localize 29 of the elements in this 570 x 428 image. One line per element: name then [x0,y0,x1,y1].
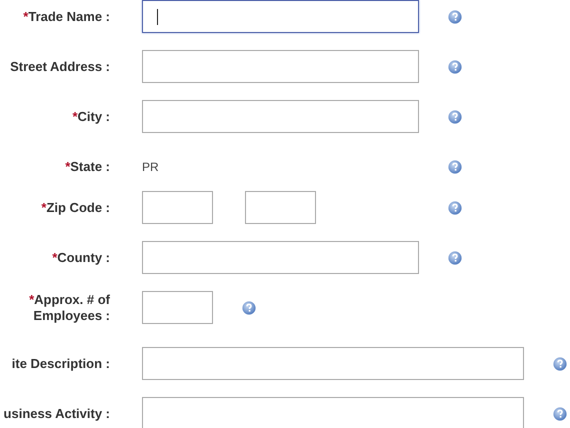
field-label: ite Description : [10,356,110,372]
input-field[interactable] [142,50,419,83]
field-label: usiness Activity : [2,406,110,422]
field-label: *County : [51,250,110,266]
help-icon[interactable] [448,160,462,174]
help-icon[interactable] [448,250,462,264]
field-label: *State : [64,158,110,174]
field-label: *Trade Name : [22,8,110,24]
help-icon[interactable] [553,356,567,370]
help-icon[interactable] [448,60,462,74]
help-icon[interactable] [242,300,256,314]
help-icon[interactable] [448,110,462,124]
help-icon[interactable] [553,406,567,420]
input-field[interactable] [142,291,213,324]
field-label: Street Address : [9,58,110,74]
input-field[interactable] [142,0,419,33]
input-field[interactable] [142,397,524,428]
input-field[interactable] [142,100,419,133]
field-label: *Zip Code : [40,200,110,216]
help-icon[interactable] [448,10,462,24]
field-label: *City : [71,108,110,124]
help-icon[interactable] [448,200,462,214]
input-field[interactable] [142,347,524,380]
input-field[interactable] [142,191,213,224]
field-value: PR [142,160,159,174]
input-field[interactable] [245,191,316,224]
field-label: *Approx. # of Employees : [28,292,110,324]
text-cursor [157,9,158,25]
input-field[interactable] [142,241,419,274]
